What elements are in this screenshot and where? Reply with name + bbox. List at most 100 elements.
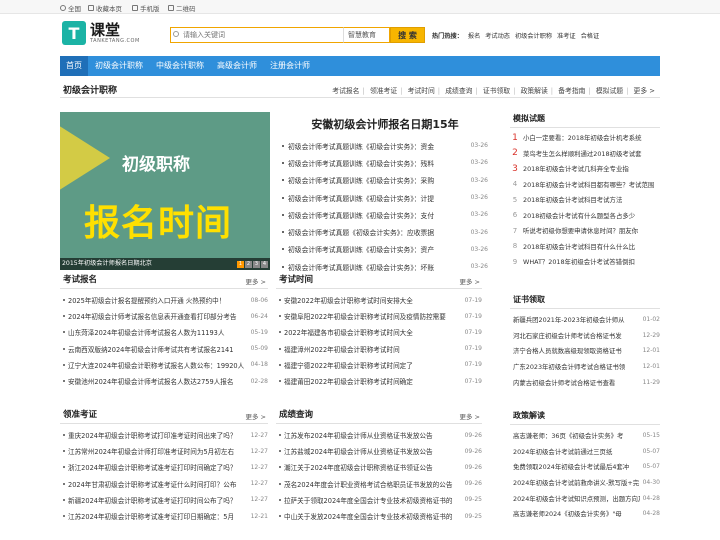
link-more[interactable]: 更多 > (631, 87, 658, 95)
link-exam-time[interactable]: 考试时间 (405, 87, 438, 95)
item-title[interactable]: 2018初级会计考试有什么题型各占多少 (520, 211, 660, 220)
nav-senior-accountant[interactable]: 高级会计师 (211, 56, 263, 76)
list-item[interactable]: 高志谦老师：36页《初级会计实务》考 05-15 (510, 428, 660, 444)
item-title[interactable]: 初级会计师考试真题训练《初级会计实务》：计提 (280, 193, 466, 203)
item-title[interactable]: 山东菏泽2024年初级会计师考试报名人数为11193人 (60, 327, 246, 337)
list-item[interactable]: 9 WHAT？2018年初级会计考试答错倒扣 (510, 254, 660, 270)
list-item[interactable]: 江苏常州2024年初级会计师打印准考证时间为5月初左右 12-27 (60, 443, 268, 459)
list-item[interactable]: 初级会计师考试真题训练《初级会计实务》：计提 03-26 (280, 189, 488, 206)
more-link[interactable]: 更多 > (245, 411, 266, 421)
item-title[interactable]: 初级会计师考试真题训练《初级会计实务》：支付 (280, 210, 466, 220)
list-item[interactable]: 广东2023年初级会计师考试合格证书领 12-01 (510, 359, 660, 375)
link-guide[interactable]: 备考指南 (555, 87, 588, 95)
search-input[interactable] (171, 28, 343, 42)
list-item[interactable]: 安徽阜阳2022年初级会计职称考试时间及疫情防控需要 07-19 (276, 308, 482, 324)
list-item[interactable]: 安徽池州2024年初级会计师考试报名人数达2759人报名 02-28 (60, 373, 268, 389)
item-title[interactable]: 2018年初级会计考试几科弃全专业指 (520, 164, 660, 173)
item-title[interactable]: 2018年初级会计考试科目考试方法 (520, 195, 660, 204)
item-title[interactable]: 初级会计师考试真题训练《初级会计实务》：资金 (280, 141, 466, 151)
item-title[interactable]: 茂名2024年度会计职业资格考试合格职员证书发放的公告 (276, 479, 460, 489)
item-title[interactable]: 内蒙古初级会计师考试合格证书查看 (510, 378, 640, 387)
hot-item[interactable]: 考试动态 (485, 33, 510, 40)
item-title[interactable]: 高志谦老师2024《初级会计实务》"母 (510, 509, 640, 518)
item-title[interactable]: 江苏发布2024年初级会计师从业资格证书发放公告 (276, 430, 460, 440)
list-item[interactable]: 2024年初级会计考试知识点预测，出题方向及 04-28 (510, 490, 660, 506)
item-title[interactable]: 安徽阜阳2022年初级会计职称考试时间及疫情防控需要 (276, 311, 460, 321)
link-certificate[interactable]: 证书领取 (480, 87, 513, 95)
search-category-select[interactable]: 智慧教育 (343, 27, 390, 43)
item-title[interactable]: 2024年初级会计考试前通过三页纸 (510, 447, 640, 456)
nav-junior-accountant[interactable]: 初级会计职称 (89, 56, 149, 76)
item-title[interactable]: 听说考初级你想要申请休息时间？朋友你 (520, 226, 660, 235)
item-title[interactable]: 福建宁德2022年初级会计职称考试时间定了 (276, 360, 460, 370)
item-title[interactable]: 小白一定要看：2018年初级会计机考系统 (520, 133, 660, 142)
item-title[interactable]: 潮江关于2024年度初级会计职称资格证书领证公告 (276, 462, 460, 472)
list-item[interactable]: 茂名2024年度会计职业资格考试合格职员证书发放的公告 09-26 (276, 476, 482, 492)
more-link[interactable]: 更多 > (459, 276, 480, 286)
item-title[interactable]: 江苏常州2024年初级会计师打印准考证时间为5月初左右 (60, 446, 246, 456)
list-item[interactable]: 济宁合格人员就数高级现领取资格证书 12-01 (510, 343, 660, 359)
nav-home[interactable]: 首页 (60, 56, 88, 76)
list-item[interactable]: 免费领取2024年初级会计考试最后4套冲 05-07 (510, 459, 660, 475)
item-title[interactable]: 辽宁大连2024年初级会计职称考试报名人数公布：19920人 (60, 360, 246, 370)
list-item[interactable]: 6 2018初级会计考试有什么题型各占多少 (510, 208, 660, 224)
item-title[interactable]: 云南西双版纳2024年初级会计师考试共有考试报名2141 (60, 344, 246, 354)
list-item[interactable]: 江苏发布2024年初级会计师从业资格证书发放公告 09-26 (276, 427, 482, 443)
site-logo[interactable]: T 课堂 TANKETANG.COM (62, 21, 140, 45)
hot-item[interactable]: 合格证 (581, 33, 600, 40)
list-item[interactable]: 中山关于发放2024年度全国会计专业技术初级资格证书的 09-25 (276, 508, 482, 524)
link-score[interactable]: 成绩查询 (442, 87, 475, 95)
list-item[interactable]: 2024年初级会计师考试报名信息表开通查看打印部分考告 06-24 (60, 308, 268, 324)
item-title[interactable]: 初级会计师考试真题《初级会计实务》：应收票据 (280, 227, 466, 237)
hot-item[interactable]: 准考证 (557, 33, 576, 40)
list-item[interactable]: 河北石家庄初级会计师考试合格证书发 12-29 (510, 328, 660, 344)
slider-dot[interactable]: 4 (261, 261, 268, 268)
more-link[interactable]: 更多 > (245, 276, 266, 286)
item-title[interactable]: 江苏盐城2024年初级会计师从业资格证书发放公告 (276, 446, 460, 456)
item-title[interactable]: 高志谦老师：36页《初级会计实务》考 (510, 431, 640, 440)
list-item[interactable]: 初级会计师考试真题训练《初级会计实务》：资产 03-26 (280, 241, 488, 258)
hot-item[interactable]: 初级会计职称 (515, 33, 552, 40)
slider-dot[interactable]: 3 (253, 261, 260, 268)
nav-cpa[interactable]: 注册会计师 (264, 56, 316, 76)
list-item[interactable]: 浙江2024年初级会计职称考试准考证打印时间确定了吗？ 12-27 (60, 459, 268, 475)
link-registration[interactable]: 考试报名 (329, 87, 362, 95)
slider-dot[interactable]: 1 (237, 261, 244, 268)
list-item[interactable]: 新疆兵团2021年-2023年初级会计师从 01-02 (510, 312, 660, 328)
list-item[interactable]: 2024年初级会计考试前救命讲义-默写版+完 04-30 (510, 475, 660, 491)
list-item[interactable]: 7 听说考初级你想要申请休息时间？朋友你 (510, 223, 660, 239)
list-item[interactable]: 云南西双版纳2024年初级会计师考试共有考试报名2141 05-09 (60, 341, 268, 357)
list-item[interactable]: 拉萨关于领取2024年度全国会计专业技术初级资格证书的 09-25 (276, 492, 482, 508)
list-item[interactable]: 江苏2024年初级会计职称考试准考证打印日期确定：5月 12-21 (60, 508, 268, 524)
item-title[interactable]: 2024年初级会计考试知识点预测，出题方向及 (510, 494, 640, 503)
list-item[interactable]: 初级会计师考试真题训练《初级会计实务》：残料 03-26 (280, 154, 488, 171)
list-item[interactable]: 内蒙古初级会计师考试合格证书查看 11-29 (510, 374, 660, 390)
item-title[interactable]: 2024年甘肃初级会计职称考试准考证什么时间打印？公布 (60, 479, 246, 489)
item-title[interactable]: 河北石家庄初级会计师考试合格证书发 (510, 331, 640, 340)
item-title[interactable]: 初级会计师考试真题训练《初级会计实务》：采购 (280, 175, 466, 185)
link-mock-test[interactable]: 模拟试题 (593, 87, 626, 95)
item-title[interactable]: 福建漳州2022年初级会计职称考试时间 (276, 344, 460, 354)
link-policy[interactable]: 政策解读 (518, 87, 551, 95)
hot-item[interactable]: 报名 (468, 33, 480, 40)
item-title[interactable]: 济宁合格人员就数高级现领取资格证书 (510, 346, 640, 355)
more-link[interactable]: 更多 > (459, 411, 480, 421)
item-title[interactable]: 重庆2024年初级会计职称考试打印准考证时间出来了吗？ (60, 430, 246, 440)
headline-link[interactable]: 安徽初级会计师报名日期15年 (285, 116, 485, 132)
nav-intermediate-accountant[interactable]: 中级会计职称 (150, 56, 210, 76)
list-item[interactable]: 新疆2024年初级会计职称考试准考证打印时间公布了吗？ 12-27 (60, 492, 268, 508)
item-title[interactable]: 免费领取2024年初级会计考试最后4套冲 (510, 462, 640, 471)
mobile-link[interactable]: 手机版 (132, 3, 160, 13)
slider-dot[interactable]: 2 (245, 261, 252, 268)
item-title[interactable]: WHAT？2018年初级会计考试答错倒扣 (520, 257, 660, 266)
banner-slider[interactable]: 初级职称 报名时间 2015年初级会计师报名日期北京 1 2 3 4 (60, 112, 270, 270)
list-item[interactable]: 初级会计师考试真题《初级会计实务》：应收票据 03-26 (280, 223, 488, 240)
favorite-link[interactable]: 收藏本页 (88, 3, 122, 13)
item-title[interactable]: 菜鸟考生怎么样顺利通过2018初级考试套 (520, 149, 660, 158)
item-title[interactable]: 拉萨关于领取2024年度全国会计专业技术初级资格证书的 (276, 495, 460, 505)
item-title[interactable]: 浙江2024年初级会计职称考试准考证打印时间确定了吗？ (60, 462, 246, 472)
item-title[interactable]: 2025年初级会计报名提醒预约入口开通 火热预约中！ (60, 295, 246, 305)
list-item[interactable]: 高志谦老师2024《初级会计实务》"母 04-28 (510, 506, 660, 522)
list-item[interactable]: 3 2018年初级会计考试几科弃全专业指 (510, 161, 660, 177)
list-item[interactable]: 8 2018年初级会计考试科目有什么什么比 (510, 239, 660, 255)
